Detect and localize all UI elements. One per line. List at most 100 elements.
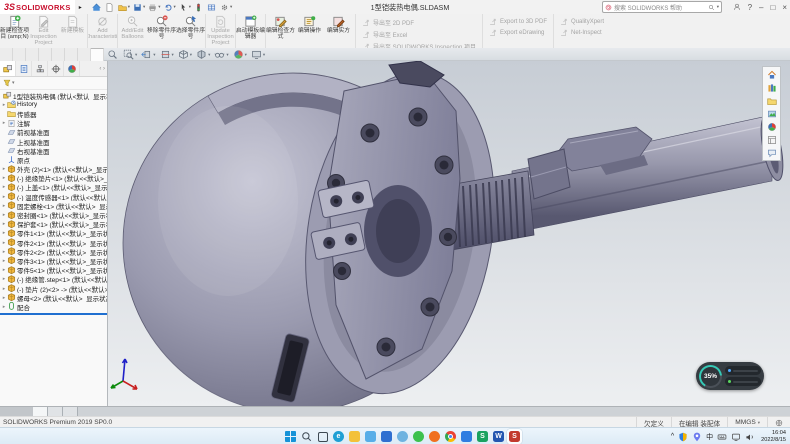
taskbar-file-explorer[interactable] bbox=[347, 429, 362, 444]
tree-item[interactable]: 传感器 bbox=[0, 109, 107, 118]
qat-home[interactable] bbox=[92, 3, 102, 12]
zoom-widget[interactable]: 35% bbox=[696, 362, 764, 390]
command-tab[interactable] bbox=[0, 48, 13, 61]
search-mag-icon[interactable] bbox=[708, 4, 715, 11]
ribbon-button[interactable]: 启动模板编辑器 bbox=[235, 14, 265, 48]
command-tab[interactable] bbox=[91, 48, 104, 61]
tree-item[interactable]: ▸ 固定螺栓<1> (默认<<默认>_显示状 bbox=[0, 201, 107, 210]
export-item[interactable]: 导出至 2D PDF bbox=[362, 18, 476, 27]
search-dropdown-caret[interactable]: ▾ bbox=[717, 4, 719, 10]
ribbon-button[interactable]: 新建检查项目 (amp;N) bbox=[0, 14, 29, 48]
tree-item[interactable]: 上视基准面 bbox=[0, 137, 107, 146]
taskbar-dictionary[interactable] bbox=[459, 429, 474, 444]
tree-item[interactable]: ▸ 密封圈<1> (默认<<默认>_显示状 bbox=[0, 210, 107, 219]
tray-location-pin[interactable] bbox=[692, 432, 702, 442]
tree-item[interactable]: ▸ 零件5<1> (默认<<默认>_显示状 bbox=[0, 266, 107, 275]
tree-root[interactable]: 1型铠装热电偶 (默认<默认_显示状态-1 bbox=[0, 91, 107, 100]
command-tab[interactable] bbox=[65, 48, 78, 61]
tray-security-shield[interactable] bbox=[678, 432, 688, 442]
qat-print[interactable]: ▾ bbox=[148, 3, 160, 12]
hud-edit-appearance[interactable]: ▾ bbox=[233, 49, 247, 60]
export-item[interactable]: Export to 3D PDF bbox=[489, 18, 547, 26]
taskbar-notes-app[interactable]: S bbox=[475, 429, 490, 444]
hud-previous-view[interactable]: ▾ bbox=[141, 49, 155, 60]
ribbon-button[interactable]: 移除零件序号 bbox=[147, 14, 176, 48]
qat-new-document[interactable] bbox=[105, 3, 115, 12]
taskpane-solidworks-resources[interactable] bbox=[764, 68, 779, 81]
taskbar-onedrive[interactable] bbox=[395, 429, 410, 444]
taskpane-forum[interactable] bbox=[764, 146, 779, 159]
ribbon-button[interactable]: 编辑操作 bbox=[295, 14, 324, 48]
fm-tab-scroll[interactable]: ‹ › bbox=[99, 66, 107, 72]
tree-item[interactable]: ▸ 零件2<1> (默认<<默认>_显示状 bbox=[0, 238, 107, 247]
tray-monitor[interactable] bbox=[731, 432, 741, 442]
taskpane-view-palette[interactable] bbox=[764, 107, 779, 120]
help-button[interactable]: ? bbox=[748, 3, 752, 12]
search-box[interactable]: 搜索 SOLIDWORKS 帮助 ▾ bbox=[602, 1, 722, 13]
taskbar-edge[interactable]: e bbox=[331, 429, 346, 444]
hud-zoom-area[interactable]: ▾ bbox=[123, 49, 137, 60]
hud-zoom-fit[interactable] bbox=[107, 49, 119, 60]
tree-item[interactable]: 右视基准面 bbox=[0, 146, 107, 155]
hud-section-view[interactable]: ▾ bbox=[160, 49, 174, 60]
tray-chevron-up[interactable]: ^ bbox=[671, 433, 674, 440]
taskbar-clock[interactable]: 16:04 2022/8/15 bbox=[761, 430, 786, 443]
propertymanager-tab[interactable] bbox=[16, 61, 32, 76]
ribbon-button[interactable]: 选择零件序号 bbox=[176, 14, 205, 48]
taskbar-word[interactable]: W bbox=[491, 429, 506, 444]
tree-item[interactable]: ▸ History bbox=[0, 100, 107, 109]
taskbar-task-view[interactable] bbox=[315, 429, 330, 444]
taskbar-browser-orange[interactable] bbox=[427, 429, 442, 444]
taskpane-file-explorer[interactable] bbox=[764, 94, 779, 107]
qat-rebuild[interactable] bbox=[194, 3, 204, 12]
ribbon-button[interactable]: Edit Inspection Project bbox=[29, 14, 58, 48]
qat-undo[interactable]: ▾ bbox=[164, 3, 176, 12]
tree-item[interactable]: ▸ 零件1<1> (默认<<默认>_显示状态 bbox=[0, 229, 107, 238]
tree-item[interactable]: ▸ 注解 bbox=[0, 119, 107, 128]
hud-hide-show-items[interactable]: ▾ bbox=[214, 49, 228, 60]
export-item[interactable]: 导出至 Excel bbox=[362, 30, 476, 39]
command-tab[interactable] bbox=[39, 48, 52, 61]
displaymanager-tab[interactable] bbox=[64, 61, 80, 76]
qat-file-properties[interactable] bbox=[207, 3, 217, 12]
command-tab[interactable] bbox=[13, 48, 26, 61]
tree-item[interactable]: ▸ 保护套<1> (默认<<默认>_显示状 bbox=[0, 220, 107, 229]
taskbar-wechat[interactable] bbox=[411, 429, 426, 444]
dimxpertmanager-tab[interactable] bbox=[48, 61, 64, 76]
tree-item[interactable]: ▸ (-) 上盖<1> (默认<<默认>_显示状 bbox=[0, 183, 107, 192]
tree-item[interactable]: ▸ (-) 温度传感器<1> (默认<<默认>_ bbox=[0, 192, 107, 201]
tree-item[interactable]: ▸ (-) 垫片 (2)<2> -> (默认<<默认>_ bbox=[0, 284, 107, 293]
ribbon-button[interactable]: Add Characteristic bbox=[87, 14, 117, 48]
tray-speaker[interactable] bbox=[745, 432, 755, 442]
minimize-button[interactable]: – bbox=[759, 3, 763, 12]
widget-button-green[interactable] bbox=[725, 377, 761, 386]
tree-item[interactable]: ▸ (-) 绝缘垫片<1> (默认<<默认>_显 bbox=[0, 174, 107, 183]
featuremanager-tree-tab[interactable] bbox=[0, 61, 16, 76]
graphics-area[interactable] bbox=[108, 61, 790, 406]
qat-open[interactable]: ▾ bbox=[118, 3, 130, 12]
taskbar-solidworks[interactable]: S bbox=[507, 429, 522, 444]
hud-display-style[interactable]: ▾ bbox=[196, 49, 210, 60]
menu-flyout-arrow[interactable]: ▸ bbox=[79, 4, 82, 11]
taskbar-store[interactable] bbox=[379, 429, 394, 444]
tree-filter[interactable]: ▾ bbox=[0, 77, 107, 90]
configurationmanager-tab[interactable] bbox=[32, 61, 48, 76]
ribbon-button[interactable]: 编辑实方 bbox=[324, 14, 353, 48]
tray-ime-language[interactable]: 中 bbox=[706, 432, 713, 442]
taskpane-custom-properties[interactable] bbox=[764, 133, 779, 146]
taskbar-chrome[interactable] bbox=[443, 429, 458, 444]
command-tab[interactable] bbox=[78, 48, 91, 61]
qat-save[interactable]: ▾ bbox=[133, 3, 145, 12]
widget-button-blue[interactable] bbox=[725, 366, 761, 375]
export-item[interactable]: Export eDrawing bbox=[489, 29, 547, 37]
ribbon-button[interactable]: 编辑检查方式 bbox=[265, 14, 295, 48]
close-button[interactable]: × bbox=[782, 3, 787, 12]
ribbon-button[interactable]: 新建模板 bbox=[58, 14, 87, 48]
taskbar-mail[interactable] bbox=[363, 429, 378, 444]
tree-item[interactable]: ▸ 零件2<2> (默认<<默认>_显示状 bbox=[0, 247, 107, 256]
taskbar-start[interactable] bbox=[283, 429, 298, 444]
taskbar-search[interactable] bbox=[299, 429, 314, 444]
person-icon[interactable] bbox=[733, 3, 741, 11]
tree-item[interactable]: ▸ 螺母<2> (默认<<默认>_显示状态 bbox=[0, 293, 107, 302]
tray-touch-keyboard[interactable] bbox=[717, 432, 727, 442]
